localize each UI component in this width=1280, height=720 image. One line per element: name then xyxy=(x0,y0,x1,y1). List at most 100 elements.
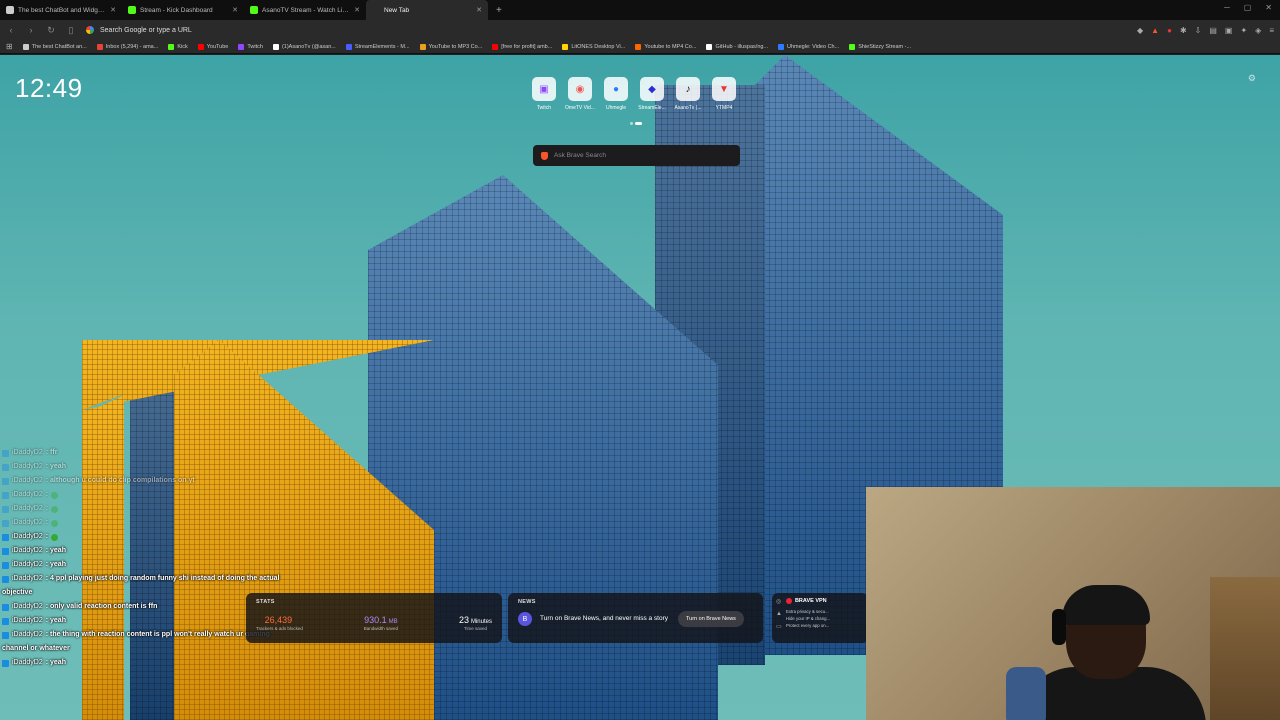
bookmark-favicon-icon xyxy=(272,43,279,50)
bookmark-item[interactable]: [free for profit] amb... xyxy=(492,43,552,50)
tab-close-icon[interactable]: ✕ xyxy=(110,6,116,14)
chat-username: iDaddyD2 xyxy=(12,631,43,638)
bookmark-page-icon[interactable]: ▯ xyxy=(66,25,76,36)
top-site-label: OmeTV Vid... xyxy=(565,105,595,111)
chat-message: iDaddyD2: xyxy=(2,516,332,530)
top-site-tile[interactable]: ● Uhmegle xyxy=(604,77,628,111)
forward-icon[interactable]: › xyxy=(26,25,36,35)
screenshot-icon[interactable]: ▣ xyxy=(1225,26,1233,35)
bookmark-item[interactable]: Uhmegle: Video Ch... xyxy=(778,43,839,50)
bookmark-item[interactable]: Youtube to MP4 Co... xyxy=(635,43,697,50)
chat-badge-icon xyxy=(2,603,9,611)
chat-message: iDaddyD2: yeah xyxy=(2,656,332,670)
browser-tab[interactable]: The best ChatBot and Widgets for Kick✕ xyxy=(0,0,122,20)
rewards-widget-icon[interactable]: ◎ xyxy=(776,598,782,605)
download-icon[interactable]: ⇩ xyxy=(1195,26,1202,35)
bookmark-item[interactable]: (1)AsanoTv (@asan... xyxy=(272,43,336,50)
bookmark-item[interactable]: Twitch xyxy=(238,43,263,50)
tab-close-icon[interactable]: ✕ xyxy=(476,6,482,14)
bookmark-item[interactable]: YouTube xyxy=(197,43,228,50)
bookmark-favicon-icon xyxy=(22,43,29,50)
brave-search-box[interactable]: Ask Brave Search xyxy=(533,145,740,166)
chat-badge-icon xyxy=(2,505,9,513)
stat-item: 930.1 MB Bandwidth saved xyxy=(364,615,398,631)
back-icon[interactable]: ‹ xyxy=(6,25,16,35)
chat-text: : yeah xyxy=(45,617,66,624)
webcam-background-shelf xyxy=(1210,577,1280,720)
bookmark-label: StreamElements - M... xyxy=(354,43,410,50)
tab-close-icon[interactable]: ✕ xyxy=(232,6,238,14)
reload-icon[interactable]: ↻ xyxy=(46,25,56,36)
bookmark-favicon-icon xyxy=(419,43,426,50)
bookmark-label: Youtube to MP4 Co... xyxy=(644,43,697,50)
new-tab-button[interactable]: + xyxy=(496,5,502,16)
uhmegle-icon: ● xyxy=(604,77,628,101)
chat-message: iDaddyD2: yeah xyxy=(2,460,332,474)
chat-emote-icon xyxy=(51,505,59,513)
chat-text: : the thing with reaction content is ppl… xyxy=(45,631,270,638)
sidebar-icon[interactable]: ▤ xyxy=(1209,26,1217,35)
browser-tab[interactable]: AsanoTV Stream - Watch Live on Kick ✕ xyxy=(244,0,366,20)
chat-emote-icon xyxy=(51,533,59,541)
chat-text: : yeah xyxy=(45,659,66,666)
chat-emote-icon xyxy=(51,491,59,499)
browser-tab[interactable]: Stream - Kick Dashboard ✕ xyxy=(122,0,244,20)
top-site-tile[interactable]: ◆ StreamEle... xyxy=(638,77,666,111)
chat-message: iDaddyD2: xyxy=(2,502,332,516)
vpn-shield-icon xyxy=(785,598,792,604)
bookmark-item[interactable]: LitONES Desktop Vi... xyxy=(562,43,625,50)
bookmark-item[interactable]: The best ChatBot an... xyxy=(22,43,87,50)
rewards-icon[interactable]: ● xyxy=(1167,26,1172,35)
bookmark-item[interactable]: Kick xyxy=(168,43,188,50)
turn-on-news-button[interactable]: Turn on Brave News xyxy=(678,611,744,627)
ytmp4-icon: ▼ xyxy=(712,77,736,101)
chat-text: : 4 ppl playing just doing random funny … xyxy=(45,575,280,582)
stat-item: 23 Minutes Time saved xyxy=(459,615,492,631)
tab-title: Stream - Kick Dashboard xyxy=(140,6,213,14)
browser-tab[interactable]: New Tab ✕ xyxy=(366,0,488,20)
chat-text: objective xyxy=(2,589,33,596)
leo-icon[interactable]: ✦ xyxy=(1240,26,1247,35)
brave-shields-icon[interactable]: ▲ xyxy=(1151,26,1159,35)
top-site-tile[interactable]: ♪ AsanoTv (... xyxy=(675,77,701,111)
bookmark-favicon-icon xyxy=(706,43,713,50)
vpn-widget-icon[interactable]: ▲ xyxy=(776,611,782,617)
wallet-icon[interactable]: ◆ xyxy=(1137,26,1143,35)
clock: 12:49 xyxy=(15,73,83,103)
widget-switcher: ◎ ▲ ▭ xyxy=(776,598,782,638)
address-bar[interactable]: Search Google or type a URL xyxy=(86,26,1127,34)
chat-username: iDaddyD2 xyxy=(12,575,43,582)
bookmark-favicon-icon xyxy=(96,43,103,50)
chat-username: iDaddyD2 xyxy=(12,491,43,498)
bookmark-item[interactable]: ShieStizzy Stream -... xyxy=(849,43,911,50)
bookmark-item[interactable]: StreamElements - M... xyxy=(345,43,410,50)
vpn-icon[interactable]: ◈ xyxy=(1255,26,1261,35)
bookmark-item[interactable]: GitHub - illuspas/ng... xyxy=(706,43,768,50)
top-site-tile[interactable]: ◉ OmeTV Vid... xyxy=(565,77,595,111)
top-site-tile[interactable]: ▼ YTMP4 xyxy=(712,77,736,111)
minimize-icon[interactable]: ─ xyxy=(1224,3,1230,12)
chat-text: : ffr xyxy=(45,449,58,456)
bookmark-label: The best ChatBot an... xyxy=(31,43,87,50)
top-site-tile[interactable]: ▣ Twitch xyxy=(532,77,556,111)
apps-grid-icon[interactable]: ⊞ xyxy=(6,42,13,51)
extensions-icon[interactable]: ✱ xyxy=(1180,26,1187,35)
top-sites-pager[interactable] xyxy=(630,122,642,125)
close-window-icon[interactable]: ✕ xyxy=(1265,3,1272,12)
customize-gear-icon[interactable]: ⚙ xyxy=(1248,73,1256,84)
bookmark-item[interactable]: YouTube to MP3 Co... xyxy=(419,43,482,50)
cards-widget-icon[interactable]: ▭ xyxy=(776,623,782,630)
google-icon xyxy=(86,26,94,34)
tab-close-icon[interactable]: ✕ xyxy=(354,6,360,14)
menu-icon[interactable]: ≡ xyxy=(1269,26,1274,35)
chat-emote-icon xyxy=(51,519,59,527)
bookmark-label: (1)AsanoTv (@asan... xyxy=(281,43,336,50)
bookmark-favicon-icon xyxy=(168,43,175,50)
chat-text: : xyxy=(45,533,49,540)
bookmark-favicon-icon xyxy=(849,43,856,50)
chat-username: iDaddyD2 xyxy=(12,533,43,540)
maximize-icon[interactable]: ▢ xyxy=(1244,3,1252,12)
chat-badge-icon xyxy=(2,463,9,471)
tab-title: New Tab xyxy=(384,6,410,14)
bookmark-item[interactable]: Inbox (5,294) - ama... xyxy=(96,43,158,50)
